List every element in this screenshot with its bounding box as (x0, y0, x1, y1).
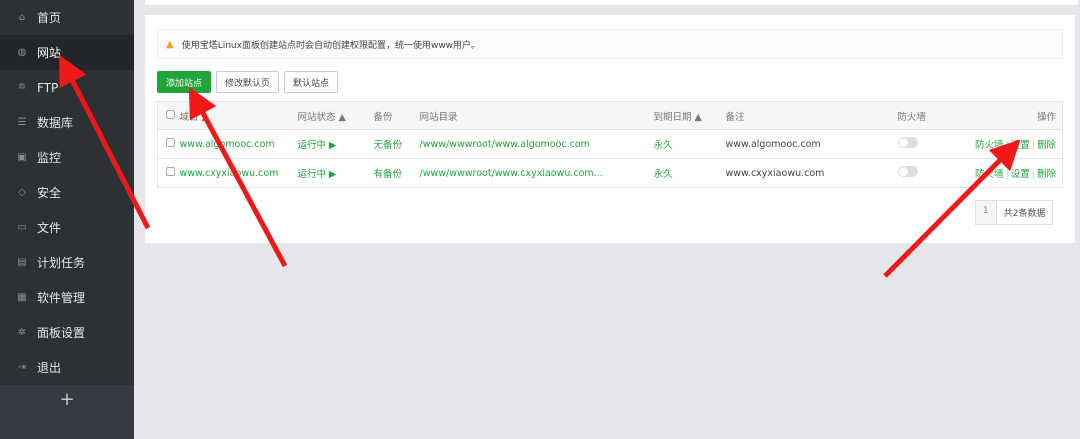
sidebar-item-10[interactable]: ⇥ 退出 (0, 350, 134, 385)
backup-link[interactable]: 无备份 (373, 129, 420, 159)
sidebar-item-5[interactable]: ◇ 安全 (0, 175, 134, 210)
sidebar-item-1[interactable]: ◍ 网站 (0, 35, 134, 70)
header-dir: 网站目录 (419, 101, 654, 130)
row-checkbox[interactable] (166, 167, 175, 176)
status-link[interactable]: 运行中 ▶ (297, 129, 374, 159)
domain-link[interactable]: www.algomooc.com (179, 129, 298, 159)
default-site-button[interactable]: 默认站点 (284, 71, 339, 93)
dir-link[interactable]: /www/wwwroot/www.cxyxiaowu.com... (419, 158, 654, 188)
header-note: 备注 (725, 101, 898, 130)
backup-link[interactable]: 有备份 (373, 158, 420, 188)
settings-link[interactable]: 设置 (1011, 140, 1030, 151)
sidebar-item-label: FTP (37, 80, 59, 95)
sidebar-item-9[interactable]: ✲ 面板设置 (0, 315, 134, 350)
sidebar-item-label: 软件管理 (37, 291, 86, 305)
header-expire[interactable]: 到期日期 ▲ (653, 101, 726, 130)
add-site-button[interactable]: 添加站点 (157, 71, 212, 93)
folder-icon: ▭ (17, 222, 27, 233)
sidebar-item-label: 数据库 (37, 116, 74, 130)
site-table: 域名 ▲ 网站状态 ▲ 备份 网站目录 到期日期 ▲ 备注 防火墙 操作 www… (157, 101, 1063, 188)
globe-icon: ◍ (17, 47, 27, 58)
header-ops: 操作 (957, 101, 1063, 130)
firewall-toggle[interactable] (897, 166, 918, 177)
row-checkbox[interactable] (166, 138, 175, 147)
delete-link[interactable]: 删除 (1037, 169, 1056, 180)
grid-icon: ▦ (17, 292, 27, 303)
notice-text: 使用宝塔Linux面板创建站点时会自动创建权限配置，统一使用www用户。 (181, 40, 481, 51)
add-shortcut-button[interactable]: + (0, 385, 134, 439)
expire-link[interactable]: 永久 (653, 129, 726, 159)
database-icon: ☰ (17, 117, 27, 128)
firewall-toggle[interactable] (897, 137, 918, 148)
sidebar-item-label: 面板设置 (37, 326, 86, 340)
sidebar: ⌂ 首页 ◍ 网站 ≘ FTP ☰ 数据库 ▣ 监控 ◇ 安全 ▭ 文件 ▤ 计划任务 ▦ 软件管理 ✲ 面板设置 ⇥ 退… (0, 0, 134, 439)
expire-link[interactable]: 永久 (653, 158, 726, 188)
sidebar-item-4[interactable]: ▣ 监控 (0, 140, 134, 175)
logout-icon: ⇥ (17, 362, 27, 373)
calendar-icon: ▤ (17, 257, 27, 268)
pagination: 1 共2条数据 (975, 200, 1054, 225)
header-firewall: 防火墙 (897, 101, 958, 130)
sidebar-item-3[interactable]: ☰ 数据库 (0, 105, 134, 140)
total-count: 共2条数据 (1003, 209, 1046, 219)
page-1[interactable]: 1 (976, 201, 997, 224)
notice-bar: ▲ 使用宝塔Linux面板创建站点时会自动创建权限配置，统一使用www用户。 (157, 29, 1063, 59)
table-row: www.cxyxiaowu.com 运行中 ▶ 有备份 /www/wwwroot… (157, 158, 1063, 188)
note-field[interactable]: www.algomooc.com (725, 129, 898, 159)
warning-icon: ▲ (166, 38, 174, 50)
gear-icon: ✲ (17, 327, 27, 338)
table-row: www.algomooc.com 运行中 ▶ 无备份 /www/wwwroot/… (157, 129, 1063, 159)
settings-link[interactable]: 设置 (1011, 169, 1030, 180)
sidebar-item-label: 首页 (37, 11, 62, 25)
status-link[interactable]: 运行中 ▶ (297, 158, 374, 188)
sidebar-item-label: 网站 (37, 46, 62, 60)
sidebar-item-8[interactable]: ▦ 软件管理 (0, 280, 134, 315)
sidebar-item-label: 文件 (37, 221, 62, 235)
sidebar-item-2[interactable]: ≘ FTP (0, 70, 134, 105)
sidebar-item-7[interactable]: ▤ 计划任务 (0, 245, 134, 280)
select-all-checkbox[interactable] (166, 109, 175, 119)
header-domain[interactable]: 域名 ▲ (179, 101, 298, 130)
top-panel (145, 0, 1078, 5)
sidebar-item-label: 安全 (37, 186, 62, 200)
site-card: ▲ 使用宝塔Linux面板创建站点时会自动创建权限配置，统一使用www用户。 添… (145, 15, 1075, 243)
ftp-icon: ≘ (17, 82, 27, 93)
sidebar-item-label: 监控 (37, 151, 62, 165)
sidebar-item-0[interactable]: ⌂ 首页 (0, 0, 134, 35)
dir-link[interactable]: /www/wwwroot/www.algomooc.com (419, 129, 654, 159)
sidebar-item-label: 退出 (37, 361, 62, 375)
firewall-link[interactable]: 防火墙 (975, 140, 1004, 151)
home-icon: ⌂ (18, 12, 26, 23)
sidebar-item-6[interactable]: ▭ 文件 (0, 210, 134, 245)
note-field[interactable]: www.cxyxiaowu.com (725, 158, 898, 188)
header-status[interactable]: 网站状态 ▲ (297, 101, 374, 130)
edit-default-page-button[interactable]: 修改默认页 (216, 71, 280, 93)
delete-link[interactable]: 删除 (1037, 140, 1056, 151)
domain-link[interactable]: www.cxyxiaowu.com (179, 158, 298, 188)
sidebar-item-label: 计划任务 (37, 256, 86, 270)
header-backup: 备份 (373, 101, 420, 130)
firewall-link[interactable]: 防火墙 (975, 169, 1004, 180)
monitor-icon: ▣ (17, 152, 27, 163)
shield-icon: ◇ (18, 187, 26, 198)
